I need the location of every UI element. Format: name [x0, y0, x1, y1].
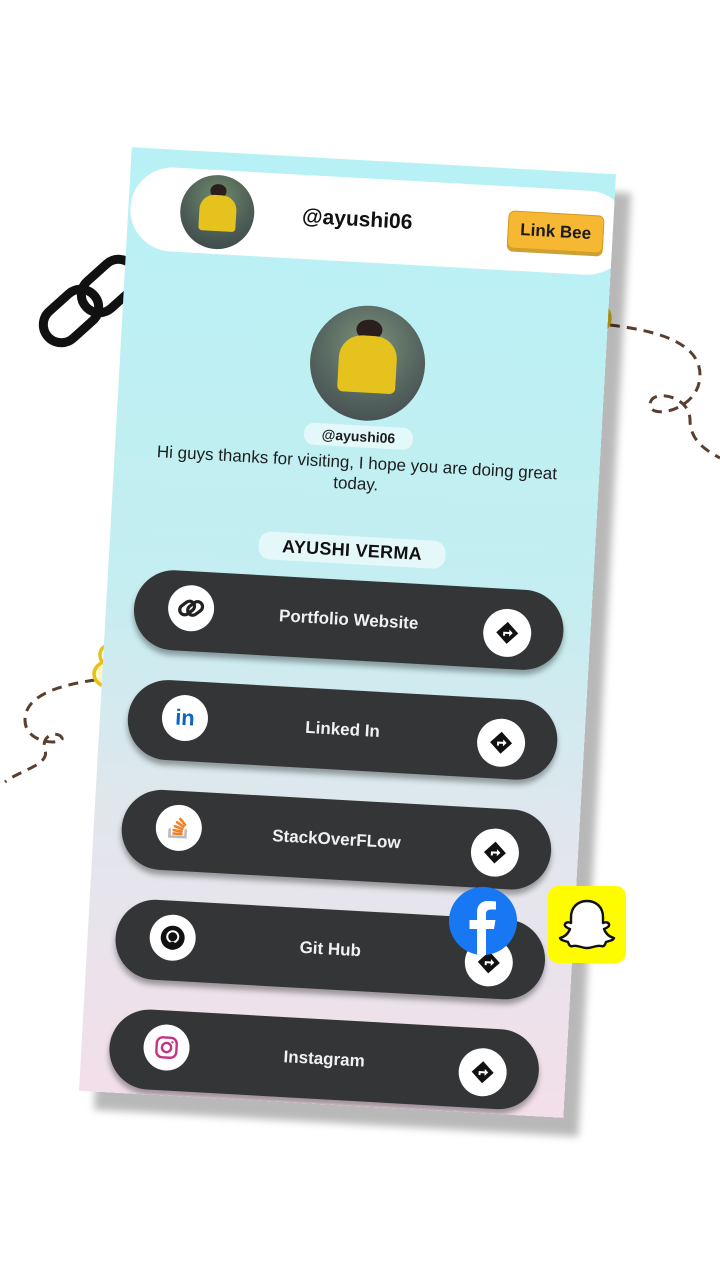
profile-name-text: AYUSHI VERMA [257, 530, 447, 570]
facebook-icon[interactable] [449, 887, 517, 955]
link-portfolio-website[interactable]: Portfolio Website [131, 568, 566, 672]
dashed-trail-right [609, 323, 720, 460]
profile-header-bar: @ayushi06 Link Bee [128, 165, 616, 278]
link-linkedin[interactable]: in Linked In [125, 677, 560, 782]
link-list: Portfolio Website in Linked In StackOver… [106, 568, 566, 1118]
avatar-small[interactable] [178, 173, 257, 252]
link-stackoverflow[interactable]: StackOverFLow [119, 787, 554, 892]
phone-mockup: @ayushi06 Link Bee @ayushi06 Hi guys tha… [79, 147, 616, 1118]
share-arrow-icon[interactable] [457, 1046, 508, 1098]
header-handle: @ayushi06 [301, 204, 414, 234]
dashed-trail-left [4, 678, 96, 784]
snapchat-icon[interactable] [548, 886, 626, 963]
share-arrow-icon[interactable] [469, 827, 521, 878]
link-bee-button[interactable]: Link Bee [506, 210, 605, 254]
share-arrow-icon[interactable] [475, 717, 527, 769]
profile-handle-text: @ayushi06 [303, 422, 414, 451]
share-arrow-icon[interactable] [481, 607, 533, 659]
avatar [306, 302, 429, 424]
link-instagram[interactable]: Instagram [107, 1007, 542, 1112]
profile-name: AYUSHI VERMA [109, 527, 594, 575]
